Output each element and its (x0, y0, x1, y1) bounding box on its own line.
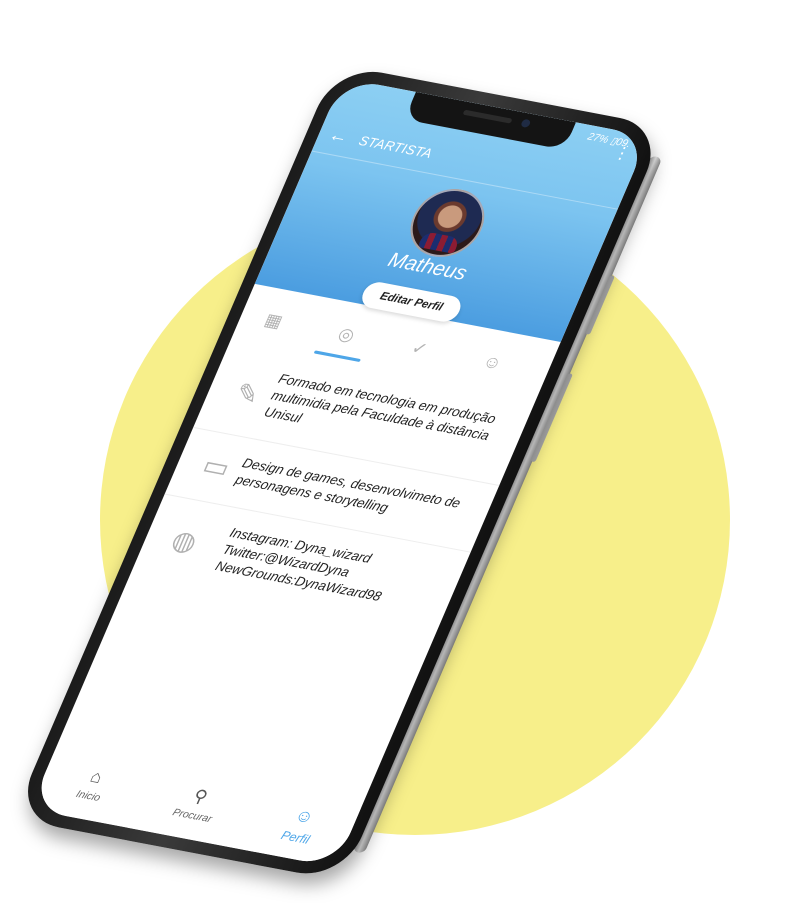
nav-item-perfil[interactable]: ☺ Perfil (258, 800, 344, 851)
edit-profile-button[interactable]: Editar Perfil (357, 280, 465, 324)
tab-check-icon[interactable]: ✓ (402, 335, 436, 363)
nav-item-procurar[interactable]: ⚲ Procurar (155, 781, 240, 829)
avatar-jersey (417, 231, 461, 254)
tab-ideas-icon[interactable]: ◎ (329, 321, 363, 349)
speaker (462, 109, 513, 124)
diploma-icon: ✎ (230, 376, 265, 411)
tab-user-icon[interactable]: ☺ (475, 349, 509, 377)
front-camera (520, 118, 532, 129)
tab-grid-icon[interactable]: ▦ (256, 307, 290, 335)
globe-icon: ◍ (167, 523, 203, 558)
nav-item-inicio[interactable]: ⌂ Inicio (51, 761, 136, 809)
avatar[interactable] (399, 183, 496, 263)
back-arrow-icon[interactable]: ← (326, 124, 352, 147)
more-menu-icon[interactable]: ⋮ (610, 144, 633, 164)
app-title: STARTISTA (356, 132, 435, 162)
active-tab-indicator (313, 350, 361, 363)
briefcase-icon: ▭ (197, 449, 236, 484)
